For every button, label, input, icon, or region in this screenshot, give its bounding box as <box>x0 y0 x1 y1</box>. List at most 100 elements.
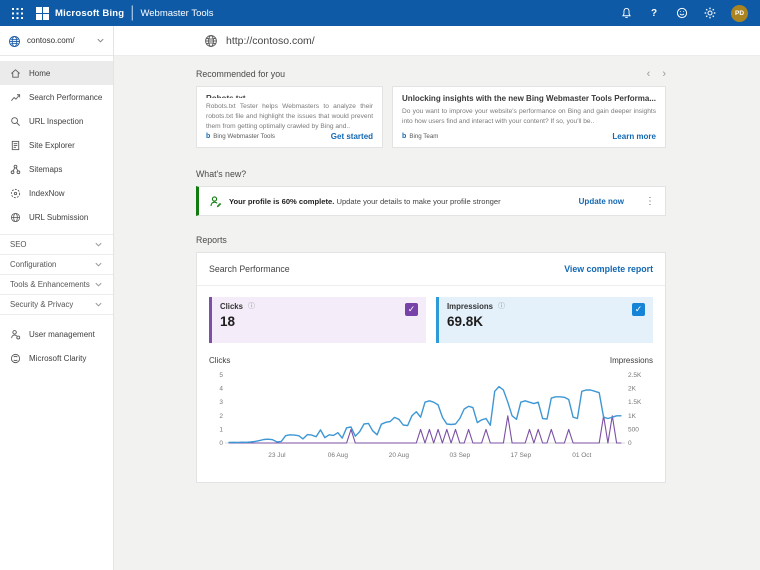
sidebar-item-indexnow[interactable]: IndexNow <box>0 181 113 205</box>
user-avatar[interactable]: PD <box>731 5 748 22</box>
svg-text:1: 1 <box>219 426 223 433</box>
chart-axis-labels: Clicks Impressions <box>209 356 653 365</box>
sidebar-item-url-submission[interactable]: URL Submission <box>0 205 113 229</box>
svg-text:0: 0 <box>628 440 632 447</box>
card-title: Robots.txt <box>206 94 373 98</box>
clicks-checkbox[interactable]: ✓ <box>405 303 418 316</box>
recommended-heading-row: Recommended for you ‹ › <box>196 69 666 79</box>
left-axis-label: Clicks <box>209 356 230 365</box>
right-axis-label: Impressions <box>610 356 653 365</box>
learn-more-link[interactable]: Learn more <box>612 132 656 141</box>
info-icon[interactable]: ⓘ <box>248 303 255 310</box>
site-globe-icon <box>8 35 21 46</box>
sidebar-item-search-performance[interactable]: Search Performance <box>0 85 113 109</box>
sidebar-item-microsoft-clarity[interactable]: Microsoft Clarity <box>0 346 113 370</box>
search-performance-report-card: Search Performance View complete report … <box>196 252 666 483</box>
get-started-link[interactable]: Get started <box>331 132 373 141</box>
svg-text:0: 0 <box>219 440 223 447</box>
recommendation-card-robots-txt[interactable]: Robots.txt Robots.txt Tester helps Webma… <box>196 86 383 148</box>
recommended-heading: Recommended for you <box>196 69 285 79</box>
brand-name: Microsoft Bing <box>55 8 124 19</box>
svg-text:5: 5 <box>219 372 223 379</box>
sidebar-item-site-explorer[interactable]: Site Explorer <box>0 133 113 157</box>
whats-new-heading: What's new? <box>196 169 246 179</box>
update-now-link[interactable]: Update now <box>579 197 624 206</box>
person-gear-icon <box>10 329 21 340</box>
section-label: Configuration <box>10 260 56 269</box>
carousel-prev-icon[interactable]: ‹ <box>647 69 651 79</box>
help-icon[interactable]: ? <box>647 6 661 20</box>
notifications-bell-icon[interactable] <box>619 6 633 20</box>
metric-value: 69.8K <box>447 314 645 329</box>
sidebar-item-label: Site Explorer <box>29 141 75 150</box>
main-area: http://contoso.com/ Recommended for you … <box>114 26 760 570</box>
info-icon[interactable]: ⓘ <box>498 303 505 310</box>
magnifier-icon <box>10 116 21 127</box>
sidebar-item-label: Home <box>29 69 50 78</box>
sidebar-section-seo[interactable]: SEO <box>0 235 113 255</box>
sidebar-section-configuration[interactable]: Configuration <box>0 255 113 275</box>
svg-text:2.5K: 2.5K <box>628 372 642 379</box>
chevron-down-icon <box>94 280 103 289</box>
document-icon <box>10 140 21 151</box>
kebab-menu-icon[interactable]: ⋮ <box>645 196 655 207</box>
chevron-down-icon <box>96 36 105 45</box>
svg-text:2: 2 <box>219 413 223 420</box>
svg-text:2K: 2K <box>628 386 637 393</box>
sidebar-item-user-management[interactable]: User management <box>0 322 113 346</box>
sidebar-item-url-inspection[interactable]: URL Inspection <box>0 109 113 133</box>
brand-separator: | <box>130 4 134 22</box>
sidebar-item-label: URL Inspection <box>29 117 83 126</box>
recommended-cards: Robots.txt Robots.txt Tester helps Webma… <box>196 86 666 148</box>
sidebar: contoso.com/ Home Search Performance URL… <box>0 26 114 570</box>
profile-completion-banner: Your profile is 60% complete. Update you… <box>196 186 666 216</box>
performance-chart[interactable]: 01234505001K1.5K2K2.5K23 Jul06 Aug20 Aug… <box>209 367 653 470</box>
sidebar-item-home[interactable]: Home <box>0 61 113 85</box>
report-title: Search Performance <box>209 264 290 274</box>
sidebar-section-security-privacy[interactable]: Security & Privacy <box>0 295 113 315</box>
recommendation-card-performance-insights[interactable]: Unlocking insights with the new Bing Web… <box>392 86 666 148</box>
sidebar-item-sitemaps[interactable]: Sitemaps <box>0 157 113 181</box>
svg-text:3: 3 <box>219 399 223 406</box>
sidebar-item-label: Search Performance <box>29 93 102 102</box>
section-label: Security & Privacy <box>10 300 73 309</box>
sidebar-item-label: User management <box>29 330 95 339</box>
sidebar-footer: User management Microsoft Clarity <box>0 322 113 370</box>
sidebar-nav: Home Search Performance URL Inspection S… <box>0 56 113 229</box>
feedback-smiley-icon[interactable] <box>675 6 689 20</box>
impressions-checkbox[interactable]: ✓ <box>632 303 645 316</box>
card-source: b Bing Team <box>402 133 438 140</box>
settings-gear-icon[interactable] <box>703 6 717 20</box>
microsoft-logo-icon <box>36 7 49 20</box>
svg-text:500: 500 <box>628 426 639 433</box>
sidebar-item-label: URL Submission <box>29 213 88 222</box>
trend-icon <box>10 92 21 103</box>
top-app-bar: Microsoft Bing | Webmaster Tools ? <box>0 0 760 26</box>
svg-text:06 Aug: 06 Aug <box>328 452 349 459</box>
svg-text:01 Oct: 01 Oct <box>572 452 591 459</box>
globe-icon <box>10 212 21 223</box>
svg-text:03 Sep: 03 Sep <box>450 452 471 459</box>
site-url: http://contoso.com/ <box>226 35 315 47</box>
profile-person-icon <box>209 195 222 208</box>
waffle-menu-icon[interactable] <box>8 4 26 22</box>
svg-text:20 Aug: 20 Aug <box>389 452 410 459</box>
chevron-down-icon <box>94 260 103 269</box>
metric-label: Impressions <box>447 302 493 311</box>
section-label: Tools & Enhancements <box>10 280 90 289</box>
svg-text:17 Sep: 17 Sep <box>511 452 532 459</box>
card-source: b Bing Webmaster Tools <box>206 133 275 140</box>
card-body: Robots.txt Tester helps Webmasters to an… <box>206 102 373 132</box>
product-name: Webmaster Tools <box>140 8 213 19</box>
sidebar-item-label: IndexNow <box>29 189 65 198</box>
sidebar-section-tools-enhancements[interactable]: Tools & Enhancements <box>0 275 113 295</box>
site-selector[interactable]: contoso.com/ <box>0 26 113 56</box>
carousel-next-icon[interactable]: › <box>662 69 666 79</box>
impressions-metric-card[interactable]: Impressions ⓘ 69.8K ✓ <box>436 297 653 343</box>
banner-text: Your profile is 60% complete. Update you… <box>229 197 501 206</box>
card-body: Do you want to improve your website's pe… <box>402 107 656 127</box>
view-complete-report-link[interactable]: View complete report <box>564 264 653 274</box>
reports-heading-row: Reports <box>196 235 666 245</box>
metric-label: Clicks <box>220 302 243 311</box>
clicks-metric-card[interactable]: Clicks ⓘ 18 ✓ <box>209 297 426 343</box>
